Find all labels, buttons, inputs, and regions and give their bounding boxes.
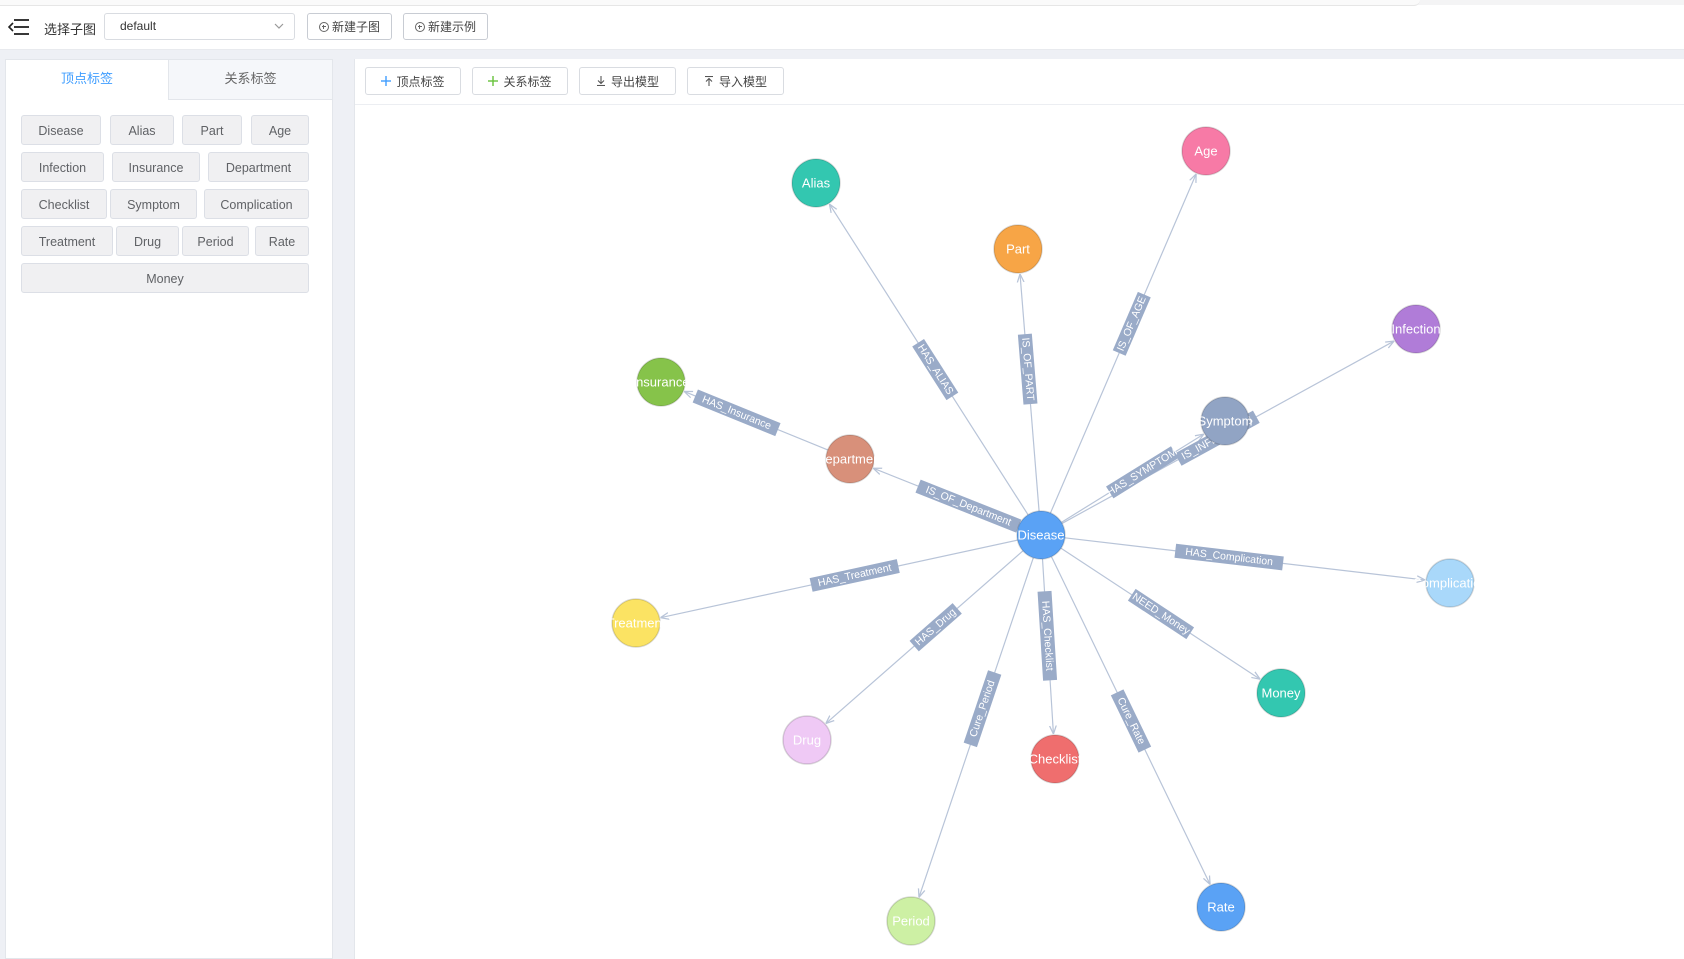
subgraph-select-value: default [120, 19, 157, 33]
vertex-tag-checklist[interactable]: Checklist [21, 189, 107, 219]
node-label: Drug [793, 733, 821, 748]
select-subgraph-label: 选择子图 [44, 23, 97, 38]
graph-canvas-area: 顶点标签 关系标签 导出模型 导入模型 HAS_ALIAS IS_OF_PART I… [354, 59, 1684, 959]
chevron-down-icon [274, 23, 284, 29]
label-tabs: 顶点标签 关系标签 [6, 60, 332, 100]
vertex-tag-disease[interactable]: Disease [21, 115, 101, 145]
edge-label[interactable]: IS_OF_Department [915, 479, 1022, 533]
vertex-tag-treatment[interactable]: Treatment [21, 226, 113, 256]
edge-label-text: HAS_Treatment [817, 562, 893, 590]
vertex-tag-drug[interactable]: Drug [116, 226, 179, 256]
vertex-tag-rate[interactable]: Rate [255, 226, 309, 256]
node-label: Alias [802, 176, 831, 191]
node-label: Complication [1412, 576, 1487, 591]
node-label: Department [816, 452, 884, 467]
browser-top-strip [0, 0, 1684, 6]
vertex-tag-alias[interactable]: Alias [110, 115, 174, 145]
edge-label[interactable]: HAS_Treatment [809, 559, 900, 592]
node-label: Period [892, 914, 930, 929]
node-money[interactable]: Money [1256, 668, 1306, 718]
new-subgraph-label: 新建子图 [331, 20, 380, 34]
top-toolbar: 选择子图 default 新建子图 新建示例 [0, 6, 1684, 50]
edge-label[interactable]: HAS_Checklist [1037, 590, 1058, 681]
plus-circle-icon [318, 21, 329, 32]
graph-visualization[interactable]: HAS_ALIASIS_OF_PARTIS_OF_AGEIS_INFECTIOU… [355, 59, 1684, 959]
vertex-tag-complication[interactable]: Complication [204, 189, 309, 219]
edge-label[interactable]: Cure_Rate [1110, 689, 1152, 753]
new-example-label: 新建示例 [427, 20, 476, 34]
edge-label[interactable]: IS_OF_AGE [1112, 291, 1151, 356]
edge-label-text: NEED_Money [1130, 591, 1193, 638]
node-disease[interactable]: Disease [1016, 510, 1066, 560]
edge-label-text: HAS_Insurance [700, 393, 773, 432]
node-label: Checklist [1029, 752, 1082, 767]
vertex-tag-money[interactable]: Money [21, 263, 309, 293]
edge-label[interactable]: Cure_Period [963, 670, 1002, 748]
node-alias[interactable]: Alias [791, 158, 841, 208]
vertex-tag-insurance[interactable]: Insurance [112, 152, 200, 182]
edge-label-text: HAS_Complication [1185, 546, 1274, 568]
node-department[interactable]: Department [816, 434, 884, 484]
edge-label-text: Cure_Rate [1115, 696, 1148, 747]
edge-label-text: HAS_SYMPTOM [1105, 446, 1180, 499]
node-label: Disease [1018, 528, 1065, 543]
node-label: Rate [1207, 900, 1234, 915]
edge-label[interactable]: HAS_Drug [909, 603, 962, 652]
menu-collapse-icon[interactable] [8, 16, 30, 38]
node-infection[interactable]: Infection [1391, 304, 1441, 354]
vertex-tag-symptom[interactable]: Symptom [110, 189, 197, 219]
node-part[interactable]: Part [993, 224, 1043, 274]
node-label: Money [1261, 686, 1301, 701]
subgraph-select[interactable]: default [104, 13, 295, 40]
node-insurance[interactable]: Insurance [632, 357, 690, 407]
node-label: Treatment [607, 616, 666, 631]
node-label: Age [1194, 144, 1217, 159]
edge-label[interactable]: HAS_ALIAS [912, 338, 959, 401]
new-subgraph-button[interactable]: 新建子图 [307, 13, 392, 40]
node-period[interactable]: Period [886, 896, 936, 946]
edge-label[interactable]: NEED_Money [1127, 588, 1195, 640]
edge-label-text: HAS_ALIAS [915, 342, 956, 397]
node-label: Insurance [632, 375, 689, 390]
node-drug[interactable]: Drug [782, 715, 832, 765]
vertex-tag-part[interactable]: Part [182, 115, 242, 145]
label-panel: 顶点标签 关系标签 Disease Alias Part Age Infecti… [5, 59, 333, 959]
node-checklist[interactable]: Checklist [1029, 734, 1082, 784]
vertex-tag-department[interactable]: Department [208, 152, 309, 182]
node-complication[interactable]: Complication [1412, 558, 1488, 608]
vertex-tag-period[interactable]: Period [182, 226, 249, 256]
plus-circle-icon [414, 21, 425, 32]
new-example-button[interactable]: 新建示例 [403, 13, 488, 40]
edge-label-text: HAS_Checklist [1039, 600, 1055, 671]
node-label: Part [1006, 242, 1030, 257]
edge-label-text: IS_OF_Department [924, 484, 1013, 529]
edge-label-text: IS_OF_PART [1019, 337, 1036, 402]
edge-label[interactable]: HAS_Complication [1174, 543, 1284, 571]
edge-label[interactable]: HAS_Insurance [692, 389, 781, 437]
vertex-tag-infection[interactable]: Infection [21, 152, 104, 182]
node-label: Symptom [1198, 414, 1253, 429]
tab-edge-labels[interactable]: 关系标签 [168, 60, 332, 100]
vertex-tag-age[interactable]: Age [251, 115, 309, 145]
edge-label-text: HAS_Drug [913, 606, 959, 648]
node-age[interactable]: Age [1181, 126, 1231, 176]
tab-vertex-labels[interactable]: 顶点标签 [6, 60, 168, 100]
node-rate[interactable]: Rate [1196, 882, 1246, 932]
edge-label-text: IS_OF_AGE [1115, 295, 1149, 353]
node-treatment[interactable]: Treatment [607, 598, 666, 648]
edge-label[interactable]: HAS_SYMPTOM [1104, 445, 1180, 499]
node-label: Infection [1391, 322, 1440, 337]
edge-label[interactable]: IS_OF_PART [1017, 333, 1038, 405]
